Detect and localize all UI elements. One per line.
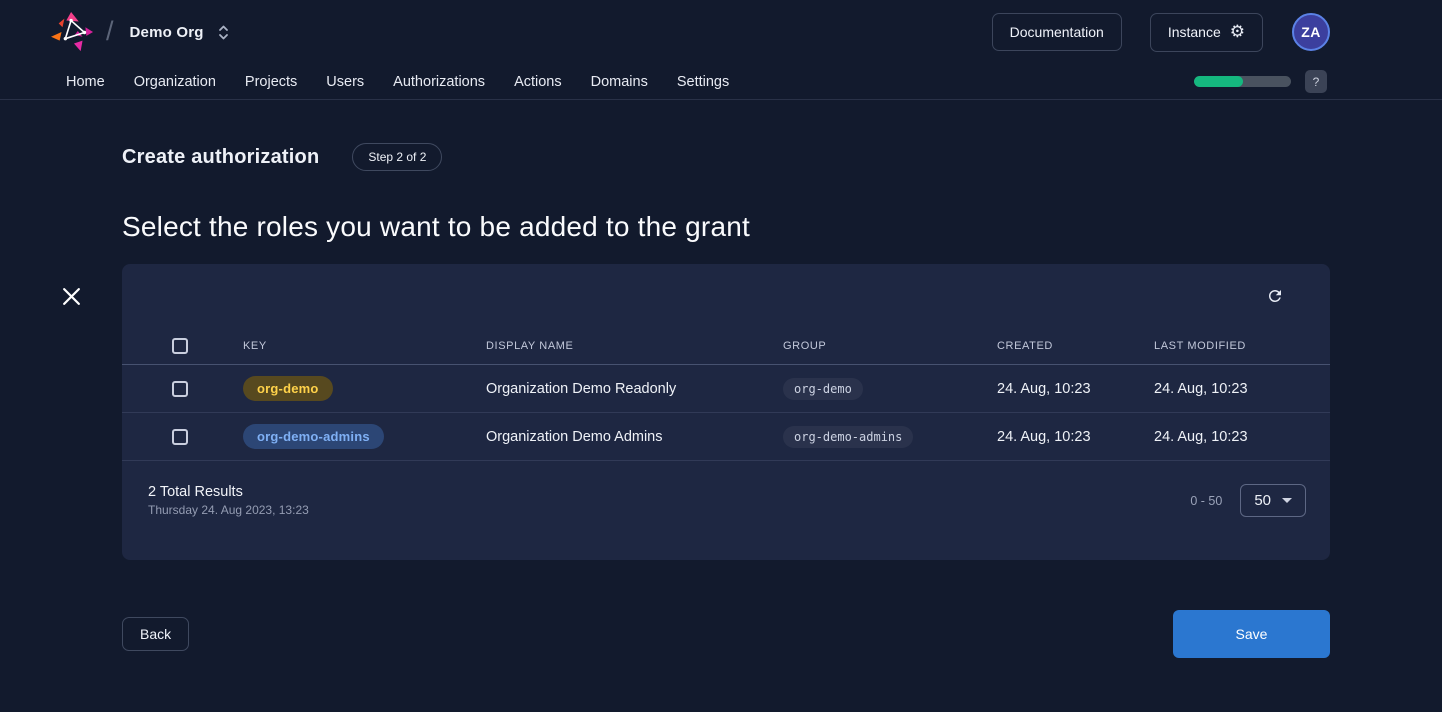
- nav-item-authorizations[interactable]: Authorizations: [393, 74, 485, 90]
- refresh-icon: [1266, 287, 1284, 305]
- onboarding-progress-bar[interactable]: [1194, 76, 1291, 87]
- org-unfold-icon[interactable]: [216, 24, 231, 41]
- column-header-display-name: Display Name: [486, 340, 783, 352]
- avatar[interactable]: ZA: [1292, 13, 1330, 51]
- nav-item-domains[interactable]: Domains: [591, 74, 648, 90]
- results-timestamp: Thursday 24. Aug 2023, 13:23: [148, 503, 309, 517]
- role-display-name: Organization Demo Admins: [486, 429, 783, 445]
- nav-item-actions[interactable]: Actions: [514, 74, 562, 90]
- page-size-select[interactable]: 50: [1240, 484, 1306, 517]
- nav-item-users[interactable]: Users: [326, 74, 364, 90]
- top-bar-right: Documentation Instance ⚙ ZA: [992, 13, 1330, 52]
- main-nav: Home Organization Projects Users Authori…: [0, 64, 1442, 99]
- column-header-last-modified: Last Modified: [1154, 340, 1330, 352]
- table-header-row: Key Display Name Group Created Last Modi…: [122, 328, 1330, 365]
- gear-icon: ⚙: [1230, 24, 1245, 41]
- help-button-label: ?: [1313, 75, 1320, 89]
- page-head: Create authorization Step 2 of 2: [122, 143, 1330, 171]
- row-checkbox[interactable]: [172, 429, 188, 445]
- role-key-chip: org-demo-admins: [243, 424, 384, 449]
- role-last-modified: 24. Aug, 10:23: [1154, 381, 1330, 397]
- results-summary: 2 Total Results Thursday 24. Aug 2023, 1…: [148, 484, 309, 517]
- instance-button-label: Instance: [1168, 24, 1221, 40]
- page-size-value: 50: [1254, 492, 1271, 509]
- column-header-key: Key: [243, 340, 486, 352]
- role-created: 24. Aug, 10:23: [997, 381, 1154, 397]
- onboarding-progress-fill: [1194, 76, 1243, 87]
- breadcrumb-slash: /: [106, 16, 114, 47]
- close-button[interactable]: [59, 286, 83, 310]
- page-heading: Select the roles you want to be added to…: [122, 211, 1330, 243]
- pagination: 0 - 50 50: [1190, 484, 1306, 517]
- roles-table-card: Key Display Name Group Created Last Modi…: [122, 264, 1330, 560]
- role-group-chip: org-demo: [783, 378, 863, 400]
- form-actions: Back Save: [122, 610, 1330, 658]
- column-header-created: Created: [997, 340, 1154, 352]
- nav-item-organization[interactable]: Organization: [134, 74, 216, 90]
- table-toolbar: [122, 264, 1330, 328]
- save-button[interactable]: Save: [1173, 610, 1330, 658]
- back-button[interactable]: Back: [122, 617, 189, 651]
- zitadel-logo-icon[interactable]: [50, 11, 96, 53]
- save-button-label: Save: [1236, 626, 1268, 642]
- documentation-button[interactable]: Documentation: [992, 13, 1122, 51]
- top-bar-row-1: / Demo Org Documentation Instance ⚙ ZA: [0, 0, 1442, 64]
- role-display-name: Organization Demo Readonly: [486, 381, 783, 397]
- create-authorization-page: Create authorization Step 2 of 2 Select …: [0, 143, 1442, 658]
- table-row[interactable]: org-demo Organization Demo Readonly org-…: [122, 365, 1330, 413]
- table-footer: 2 Total Results Thursday 24. Aug 2023, 1…: [122, 461, 1330, 517]
- step-badge: Step 2 of 2: [352, 143, 442, 171]
- nav-item-home[interactable]: Home: [66, 74, 105, 90]
- page-range: 0 - 50: [1190, 494, 1222, 508]
- refresh-button[interactable]: [1262, 283, 1288, 309]
- nav-right: ?: [1194, 70, 1327, 93]
- role-key-chip: org-demo: [243, 376, 333, 401]
- org-selector-label[interactable]: Demo Org: [130, 24, 204, 41]
- nav-item-projects[interactable]: Projects: [245, 74, 297, 90]
- back-button-label: Back: [140, 626, 171, 642]
- top-bar: / Demo Org Documentation Instance ⚙ ZA H…: [0, 0, 1442, 100]
- column-header-group: Group: [783, 340, 997, 352]
- select-all-checkbox[interactable]: [172, 338, 188, 354]
- total-results: 2 Total Results: [148, 484, 309, 500]
- role-created: 24. Aug, 10:23: [997, 429, 1154, 445]
- role-last-modified: 24. Aug, 10:23: [1154, 429, 1330, 445]
- nav-item-settings[interactable]: Settings: [677, 74, 729, 90]
- instance-button[interactable]: Instance ⚙: [1150, 13, 1263, 52]
- avatar-initials: ZA: [1301, 24, 1320, 40]
- table-row[interactable]: org-demo-admins Organization Demo Admins…: [122, 413, 1330, 461]
- page-title: Create authorization: [122, 146, 319, 169]
- chevron-down-icon: [1282, 498, 1292, 503]
- help-button[interactable]: ?: [1305, 70, 1327, 93]
- row-checkbox[interactable]: [172, 381, 188, 397]
- role-group-chip: org-demo-admins: [783, 426, 913, 448]
- documentation-button-label: Documentation: [1010, 24, 1104, 40]
